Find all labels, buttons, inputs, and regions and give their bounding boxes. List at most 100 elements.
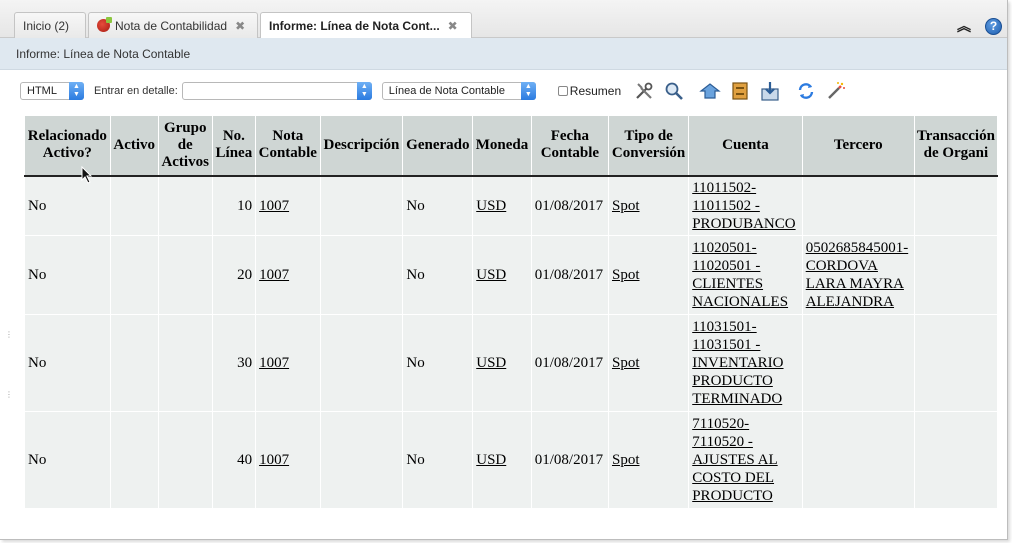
cell-tercero[interactable] [801,314,915,412]
cuenta-link-line[interactable]: PRODUCTO [692,488,773,504]
cell-tercero[interactable] [801,175,915,236]
resize-grip-icon[interactable]: ⋮ [5,330,13,339]
moneda-link[interactable]: USD [476,355,506,371]
tercero-link-line[interactable]: CORDOVA [806,258,878,274]
tipo-link[interactable]: Spot [612,267,640,283]
cuenta-link-line[interactable]: 11011502- [692,180,756,196]
cell-moneda[interactable]: USD [472,314,532,412]
column-header[interactable]: Fecha Contable [530,115,609,177]
app-window: Inicio (2) Nota de Contabilidad ✖ Inform… [0,0,1008,540]
column-header[interactable]: Cuenta [688,115,803,177]
tercero-link-line[interactable]: 0502685845001- [806,240,909,256]
customize-icon[interactable] [633,80,655,102]
cell-moneda[interactable]: USD [472,411,532,509]
cell-nota[interactable]: 1007 [255,314,321,412]
chevron-double-up-icon[interactable]: ︽ [957,16,971,36]
cell-activo [109,411,159,509]
cuenta-link-line[interactable]: 11020501 - [692,258,760,274]
cuenta-link-line[interactable]: 7110520- [692,416,749,432]
cell-tipo[interactable]: Spot [607,235,690,315]
nota-link[interactable]: 1007 [259,452,289,468]
search-icon[interactable] [663,80,685,102]
report-toolbar: HTML ▲ ▼ Entrar en detalle: ▲ ▼ Línea de N… [12,76,998,106]
summary-label: Resumen [569,84,622,98]
column-header[interactable]: Moneda [472,115,532,177]
cell-descripcion [319,175,404,236]
close-icon[interactable]: ✖ [448,19,458,33]
cuenta-link-line[interactable]: COSTO DEL [692,470,774,486]
resize-grip-icon[interactable]: ⋮ [5,390,13,399]
column-header[interactable]: Tipo de Conversión [607,115,690,177]
cell-moneda[interactable]: USD [472,235,532,315]
tercero-link-line[interactable]: ALEJANDRA [806,294,894,310]
cuenta-link-line[interactable]: PRODUBANCO [692,216,795,232]
cell-descripcion [319,411,404,509]
cuenta-link-line[interactable]: TERMINADO [692,391,782,407]
report-table-container[interactable]: Relacionado Activo? Activo Grupo de Activo… [24,115,998,510]
report-table: Relacionado Activo? Activo Grupo de Activo… [24,115,998,509]
cell-cuenta[interactable]: 11031501- 11031501 - INVENTARIO PRODUCTO TER… [688,314,803,412]
cell-cuenta[interactable]: 11011502- 11011502 - PRODUBANCO [688,175,803,236]
column-header[interactable]: Activo [109,115,159,177]
column-header[interactable]: Generado [402,115,474,177]
cuenta-link-line[interactable]: 7110520 - [692,434,753,450]
tipo-link[interactable]: Spot [612,198,640,214]
cell-relacionado: No [24,235,111,315]
cuenta-link-line[interactable]: PRODUCTO [692,373,773,389]
cell-tipo[interactable]: Spot [607,411,690,509]
refresh-icon[interactable] [795,80,817,102]
column-header[interactable]: Tercero [801,115,915,177]
cell-nota[interactable]: 1007 [255,411,321,509]
column-header[interactable]: Relacionado Activo? [24,115,111,177]
cuenta-link-line[interactable]: 11031501- [692,319,756,335]
cell-cuenta[interactable]: 7110520- 7110520 - AJUSTES AL COSTO DEL PROD… [688,411,803,509]
tab-label: Informe: Línea de Nota Cont... [269,19,440,33]
summary-checkbox[interactable] [557,86,568,96]
cell-nota[interactable]: 1007 [255,175,321,236]
column-header[interactable]: Descripción [319,115,404,177]
cuenta-link-line[interactable]: 11020501- [692,240,756,256]
cell-nota[interactable]: 1007 [255,235,321,315]
drill-select[interactable]: ▲ ▼ [181,82,372,100]
tab-nota-contabilidad[interactable]: Nota de Contabilidad ✖ [88,12,258,38]
tab-informe[interactable]: Informe: Línea de Nota Cont... ✖ [260,12,472,39]
nota-link[interactable]: 1007 [259,355,289,371]
tipo-link[interactable]: Spot [612,355,640,371]
tercero-link-line[interactable]: LARA MAYRA [806,276,904,292]
cell-tercero[interactable]: 0502685845001- CORDOVA LARA MAYRA ALEJANDRA [801,235,915,315]
cuenta-link-line[interactable]: CLIENTES [692,276,763,292]
column-header[interactable]: No. Línea [211,115,257,177]
column-header[interactable]: Transacción de Organi [913,115,998,177]
parent-level-icon[interactable] [699,80,721,102]
help-icon[interactable]: ? [985,17,1002,35]
tipo-link[interactable]: Spot [612,452,640,468]
cell-transaccion [913,314,998,412]
magic-wand-icon[interactable] [825,80,847,102]
report-view-select[interactable]: Línea de Nota Contable ▲ ▼ [381,82,536,100]
cell-tipo[interactable]: Spot [607,314,690,412]
close-icon[interactable]: ✖ [235,19,245,33]
cell-tipo[interactable]: Spot [607,175,690,236]
export-icon[interactable] [759,80,781,102]
moneda-link[interactable]: USD [476,452,506,468]
cell-cuenta[interactable]: 11020501- 11020501 - CLIENTES NACIONALES [688,235,803,315]
column-header[interactable]: Grupo de Activos [157,115,213,177]
document-icon [97,17,112,32]
archive-icon[interactable] [729,80,751,102]
tab-inicio[interactable]: Inicio (2) [14,12,86,38]
cuenta-link-line[interactable]: INVENTARIO [692,355,783,371]
cell-tercero[interactable] [801,411,915,509]
cuenta-link-line[interactable]: NACIONALES [692,294,788,310]
table-row: No 30 1007 No USD 01/08/2017 Spot 11031501- 1103… [24,314,998,412]
summary-checkbox-wrap[interactable]: Resumen [557,84,622,98]
cuenta-link-line[interactable]: AJUSTES AL [692,452,777,468]
format-select[interactable]: HTML ▲ ▼ [20,82,84,100]
cell-moneda[interactable]: USD [472,175,532,236]
nota-link[interactable]: 1007 [259,198,289,214]
column-header[interactable]: Nota Contable [255,115,321,177]
moneda-link[interactable]: USD [476,267,506,283]
cuenta-link-line[interactable]: 11011502 - [692,198,760,214]
moneda-link[interactable]: USD [476,198,506,214]
nota-link[interactable]: 1007 [259,267,289,283]
cuenta-link-line[interactable]: 11031501 - [692,337,760,353]
